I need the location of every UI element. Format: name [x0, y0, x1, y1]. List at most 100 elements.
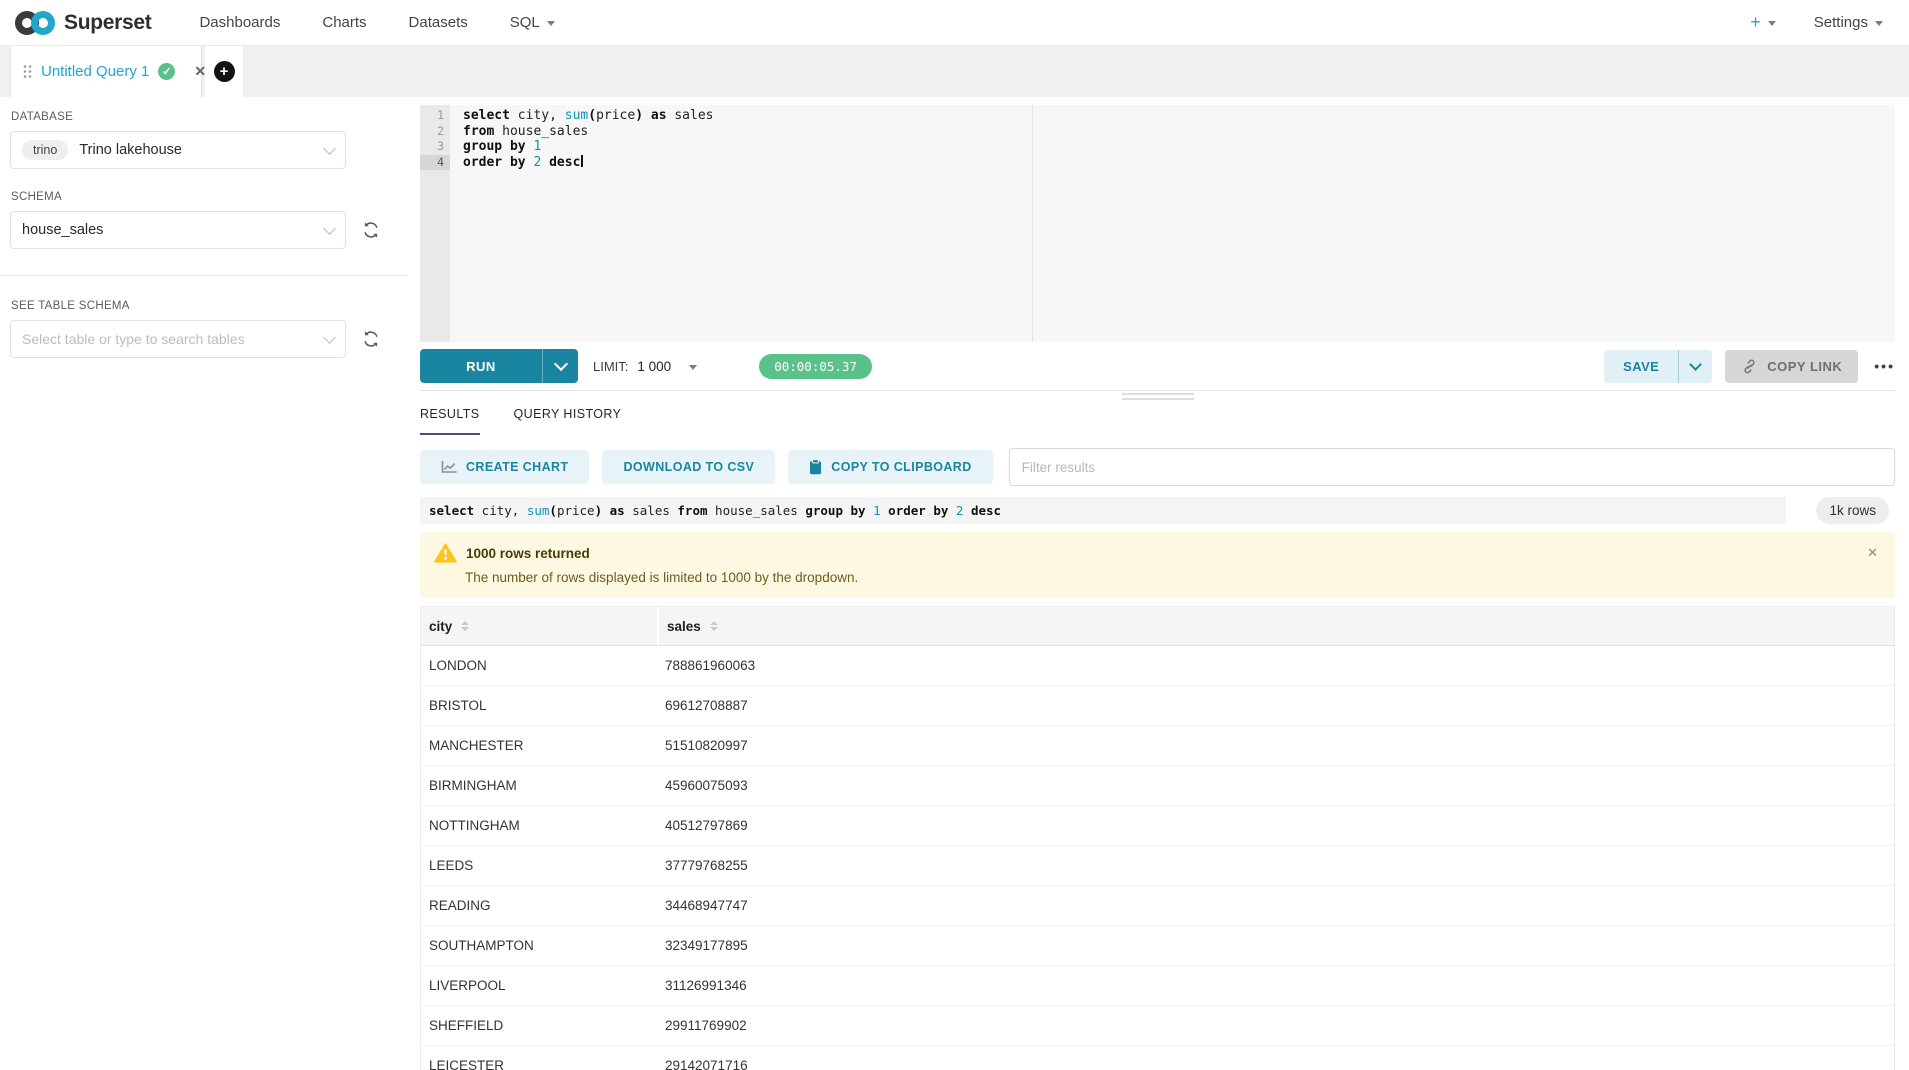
- table-row: LONDON788861960063: [421, 646, 1894, 686]
- new-item-button[interactable]: +: [1750, 12, 1776, 33]
- warning-icon: [434, 543, 457, 563]
- editor-toolbar: RUN LIMIT: 1 000 00:00:05.37 SAVE: [420, 342, 1895, 391]
- table-row: LIVERPOOL31126991346: [421, 966, 1894, 1006]
- nav-dashboards[interactable]: Dashboards: [199, 14, 280, 31]
- chevron-down-icon: [689, 365, 697, 370]
- settings-menu[interactable]: Settings: [1814, 14, 1883, 31]
- editor-code: select city, sum(price) as salesfrom hou…: [450, 105, 714, 342]
- table-cell: READING: [421, 886, 657, 925]
- results-table: city sales LONDON788861960063BRISTOL6961…: [420, 606, 1895, 1070]
- database-select[interactable]: trino Trino lakehouse: [10, 131, 346, 169]
- chevron-down-icon: [323, 142, 336, 155]
- table-cell: SOUTHAMPTON: [421, 926, 657, 965]
- rows-limit-alert: 1000 rows returned The number of rows di…: [420, 532, 1895, 598]
- sql-code-editor[interactable]: 1234 select city, sum(price) as salesfro…: [420, 105, 1895, 342]
- refresh-schemas-button[interactable]: [362, 221, 380, 239]
- table-row: NOTTINGHAM40512797869: [421, 806, 1894, 846]
- table-cell: 40512797869: [657, 806, 1894, 845]
- table-row: BIRMINGHAM45960075093: [421, 766, 1894, 806]
- chevron-down-icon: [553, 357, 567, 371]
- table-cell: LIVERPOOL: [421, 966, 657, 1005]
- row-count-badge: 1k rows: [1816, 497, 1889, 524]
- superset-infinity-icon: [14, 10, 56, 36]
- limit-label: LIMIT:: [593, 359, 628, 374]
- table-cell: 51510820997: [657, 726, 1894, 765]
- table-cell: 788861960063: [657, 646, 1894, 685]
- copy-link-button[interactable]: COPY LINK: [1725, 350, 1858, 383]
- close-alert-icon[interactable]: ✕: [1867, 545, 1878, 561]
- column-header-city[interactable]: city: [421, 607, 657, 645]
- schema-label: SCHEMA: [11, 191, 398, 203]
- table-cell: BIRMINGHAM: [421, 766, 657, 805]
- query-tab[interactable]: Untitled Query 1 ✓ ✕: [10, 46, 202, 97]
- workspace: DATABASE trino Trino lakehouse SCHEMA ho…: [0, 97, 1909, 1070]
- superset-logo[interactable]: Superset: [14, 10, 151, 36]
- editor-gutter: 1234: [420, 105, 450, 342]
- table-row: LEEDS37779768255: [421, 846, 1894, 886]
- create-chart-button[interactable]: CREATE CHART: [420, 450, 589, 484]
- results-table-header: city sales: [421, 607, 1894, 646]
- database-value: Trino lakehouse: [79, 142, 182, 158]
- nav-sql[interactable]: SQL: [510, 14, 555, 31]
- chevron-down-icon: [1875, 21, 1883, 26]
- table-select[interactable]: Select table or type to search tables: [10, 320, 346, 358]
- table-cell: MANCHESTER: [421, 726, 657, 765]
- table-select-placeholder: Select table or type to search tables: [22, 331, 245, 347]
- save-options-button[interactable]: [1678, 350, 1712, 383]
- table-cell: 31126991346: [657, 966, 1894, 1005]
- table-row: SHEFFIELD29911769902: [421, 1006, 1894, 1046]
- table-row: MANCHESTER51510820997: [421, 726, 1894, 766]
- brand-name: Superset: [64, 11, 151, 35]
- filter-results-input[interactable]: [1009, 448, 1895, 486]
- table-cell: 29911769902: [657, 1006, 1894, 1045]
- limit-dropdown[interactable]: LIMIT: 1 000: [593, 359, 697, 374]
- code-line: select city, sum(price) as sales: [463, 108, 714, 124]
- tab-results[interactable]: RESULTS: [420, 407, 480, 435]
- line-chart-icon: [441, 461, 457, 474]
- more-actions-button[interactable]: •••: [1874, 358, 1895, 374]
- schema-select[interactable]: house_sales: [10, 211, 346, 249]
- main-nav: Dashboards Charts Datasets SQL: [199, 14, 554, 31]
- sort-icon: [710, 621, 718, 631]
- tab-query-history[interactable]: QUERY HISTORY: [514, 407, 622, 435]
- results-actions: CREATE CHART DOWNLOAD TO CSV COPY TO CLI…: [420, 448, 1895, 486]
- new-tab-button[interactable]: +: [205, 46, 243, 97]
- results-tabs: RESULTS QUERY HISTORY: [420, 407, 1895, 435]
- copy-to-clipboard-button[interactable]: COPY TO CLIPBOARD: [788, 450, 992, 484]
- pane-resize-handle[interactable]: [420, 391, 1895, 401]
- table-row: LEICESTER29142071716: [421, 1046, 1894, 1070]
- navbar-right: + Settings: [1750, 12, 1883, 33]
- alert-title: 1000 rows returned: [466, 546, 590, 561]
- limit-value: 1 000: [637, 359, 671, 374]
- chevron-down-icon: [1768, 21, 1776, 26]
- sql-lab-sidebar: DATABASE trino Trino lakehouse SCHEMA ho…: [0, 97, 408, 1070]
- table-cell: 45960075093: [657, 766, 1894, 805]
- schema-value: house_sales: [22, 222, 103, 238]
- table-row: SOUTHAMPTON32349177895: [421, 926, 1894, 966]
- table-cell: LEEDS: [421, 846, 657, 885]
- refresh-tables-button[interactable]: [362, 330, 380, 348]
- nav-datasets[interactable]: Datasets: [409, 14, 468, 31]
- column-header-sales[interactable]: sales: [657, 607, 1894, 645]
- query-tabstrip: Untitled Query 1 ✓ ✕ +: [0, 46, 1909, 97]
- nav-charts[interactable]: Charts: [322, 14, 366, 31]
- save-button[interactable]: SAVE: [1604, 350, 1678, 383]
- code-line: order by 2 desc: [463, 155, 714, 171]
- query-tab-label: Untitled Query 1: [41, 63, 149, 80]
- download-csv-button[interactable]: DOWNLOAD TO CSV: [602, 450, 775, 484]
- table-cell: 69612708887: [657, 686, 1894, 725]
- chevron-down-icon: [323, 222, 336, 235]
- query-success-icon: ✓: [158, 63, 175, 80]
- run-button[interactable]: RUN: [420, 349, 542, 383]
- code-line: from house_sales: [463, 124, 714, 140]
- query-preview-code: select city, sum(price) as sales from ho…: [420, 497, 1786, 524]
- text-cursor: [581, 155, 583, 167]
- run-options-button[interactable]: [542, 349, 578, 383]
- see-table-schema-label: SEE TABLE SCHEMA: [11, 300, 398, 312]
- plus-icon: +: [214, 61, 235, 82]
- table-cell: 32349177895: [657, 926, 1894, 965]
- clipboard-icon: [809, 459, 822, 475]
- table-cell: 29142071716: [657, 1046, 1894, 1070]
- query-preview-row: select city, sum(price) as sales from ho…: [420, 497, 1895, 524]
- sort-icon: [461, 621, 469, 631]
